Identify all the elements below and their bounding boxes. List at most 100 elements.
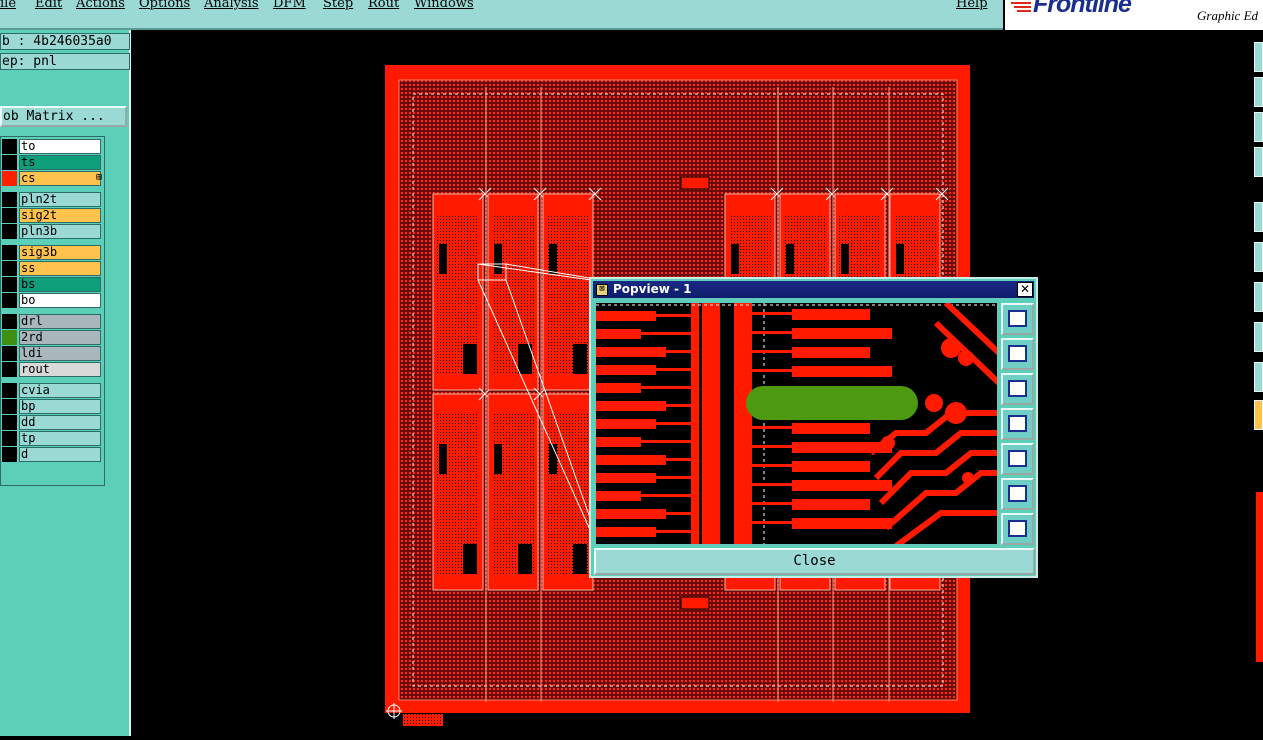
- layer-name[interactable]: bp: [19, 399, 101, 414]
- menu-help[interactable]: Help: [956, 0, 988, 11]
- layer-row-drl[interactable]: drl: [1, 314, 103, 329]
- popview-zoom-view[interactable]: [595, 302, 998, 545]
- layer-color-swatch[interactable]: [2, 261, 17, 276]
- layer-name[interactable]: cvia: [19, 383, 101, 398]
- right-tool-button[interactable]: [1254, 242, 1263, 272]
- layer-color-swatch[interactable]: [2, 330, 17, 345]
- menu-analysis[interactable]: Analysis: [204, 0, 259, 11]
- trace: [666, 458, 691, 461]
- layer-name[interactable]: tp: [19, 431, 101, 446]
- layer-color-swatch[interactable]: [2, 293, 17, 308]
- menu-step[interactable]: Step: [323, 0, 353, 11]
- zoom-in-icon[interactable]: [1001, 478, 1034, 510]
- layer-row-dd[interactable]: dd: [1, 415, 103, 430]
- zoom-out-icon[interactable]: [1001, 513, 1034, 545]
- layer-color-swatch[interactable]: [2, 314, 17, 329]
- job-matrix-button[interactable]: ob Matrix ...: [0, 106, 127, 127]
- layer-color-swatch[interactable]: [2, 383, 17, 398]
- layer-row-bp[interactable]: bp: [1, 399, 103, 414]
- layer-color-swatch[interactable]: [2, 415, 17, 430]
- trace: [752, 312, 792, 315]
- layer-row-ss[interactable]: ss: [1, 261, 103, 276]
- menu-actions[interactable]: Actions: [76, 0, 125, 11]
- layer-name[interactable]: drl: [19, 314, 101, 329]
- menu-rout[interactable]: Rout: [368, 0, 399, 11]
- layer-name[interactable]: bo: [19, 293, 101, 308]
- layer-name[interactable]: sig3b: [19, 245, 101, 260]
- layer-name[interactable]: ss: [19, 261, 101, 276]
- layer-row-tp[interactable]: tp: [1, 431, 103, 446]
- pan-left-icon[interactable]: [1001, 408, 1034, 440]
- layer-row-2rd[interactable]: 2rd: [1, 330, 103, 345]
- right-tool-button[interactable]: [1254, 147, 1263, 177]
- popview-titlebar[interactable]: ⊠ Popview - 1 ✕: [593, 281, 1034, 299]
- menu-dfm[interactable]: DFM: [273, 0, 306, 11]
- layer-name[interactable]: pln2t: [19, 192, 101, 207]
- layer-name[interactable]: sig2t: [19, 208, 101, 223]
- layer-row-sig3b[interactable]: sig3b: [1, 245, 103, 260]
- layer-name[interactable]: bs: [19, 277, 101, 292]
- trace: [656, 530, 691, 533]
- popview-window[interactable]: ⊠ Popview - 1 ✕ Close: [589, 277, 1038, 578]
- layer-row-ldi[interactable]: ldi: [1, 346, 103, 361]
- layer-color-swatch[interactable]: [2, 139, 17, 154]
- layer-name[interactable]: ldi: [19, 346, 101, 361]
- menu-windows[interactable]: Windows: [414, 0, 474, 11]
- layer-color-swatch[interactable]: [2, 277, 17, 292]
- pan-up-icon[interactable]: [1001, 338, 1034, 370]
- layer-name[interactable]: dd: [19, 415, 101, 430]
- layer-color-swatch[interactable]: [2, 362, 17, 377]
- layer-row-d[interactable]: d: [1, 447, 103, 462]
- smd-pad: [596, 455, 666, 465]
- right-tool-button[interactable]: [1254, 202, 1263, 232]
- layer-row-to[interactable]: to: [1, 139, 103, 154]
- close-button[interactable]: Close: [594, 548, 1035, 575]
- close-icon[interactable]: ✕: [1017, 282, 1033, 297]
- window-menu-icon[interactable]: ⊠: [596, 284, 608, 296]
- layer-name[interactable]: pln3b: [19, 224, 101, 239]
- menu-file[interactable]: ile: [0, 0, 16, 11]
- layer-name[interactable]: to: [19, 139, 101, 154]
- right-tool-button[interactable]: [1254, 322, 1263, 352]
- right-tool-button[interactable]: [1254, 362, 1263, 392]
- right-tool-button[interactable]: [1254, 112, 1263, 142]
- pan-down-icon[interactable]: [1001, 373, 1034, 405]
- trace: [641, 332, 691, 335]
- layer-color-swatch[interactable]: [2, 208, 17, 223]
- layer-row-rout[interactable]: rout: [1, 362, 103, 377]
- layer-color-swatch[interactable]: [2, 245, 17, 260]
- smd-pad: [596, 437, 641, 447]
- menu-edit[interactable]: Edit: [35, 0, 62, 11]
- layer-row-sig2t[interactable]: sig2t: [1, 208, 103, 223]
- layer-row-bo[interactable]: bo: [1, 293, 103, 308]
- right-tool-button[interactable]: [1254, 282, 1263, 312]
- layer-row-bs[interactable]: bs: [1, 277, 103, 292]
- right-tool-button[interactable]: [1254, 77, 1263, 107]
- layer-color-swatch[interactable]: [2, 224, 17, 239]
- job-name-field: b : 4b246035a0: [0, 33, 130, 50]
- smd-pad: [596, 509, 666, 519]
- layer-color-swatch[interactable]: [2, 155, 17, 170]
- layer-name[interactable]: rout: [19, 362, 101, 377]
- right-tool-button[interactable]: [1254, 42, 1263, 72]
- right-tool-button[interactable]: [1254, 400, 1263, 430]
- layer-color-swatch[interactable]: [2, 431, 17, 446]
- layer-color-swatch[interactable]: [2, 447, 17, 462]
- layer-name[interactable]: d: [19, 447, 101, 462]
- layer-row-pln3b[interactable]: pln3b: [1, 224, 103, 239]
- layer-color-swatch[interactable]: [2, 171, 17, 186]
- layer-row-cvia[interactable]: cvia: [1, 383, 103, 398]
- layer-color-swatch[interactable]: [2, 346, 17, 361]
- layer-name[interactable]: 2rd: [19, 330, 101, 345]
- layer-color-swatch[interactable]: [2, 192, 17, 207]
- layer-name[interactable]: cs: [19, 171, 101, 186]
- layer-row-pln2t[interactable]: pln2t: [1, 192, 103, 207]
- layer-color-swatch[interactable]: [2, 399, 17, 414]
- pan-right-icon[interactable]: [1001, 443, 1034, 475]
- zoom-fit-icon[interactable]: [1001, 303, 1034, 335]
- layer-row-cs[interactable]: cs ⊞: [1, 171, 103, 186]
- layer-name[interactable]: ts: [19, 155, 101, 170]
- layer-row-ts[interactable]: ts: [1, 155, 103, 170]
- trace: [641, 386, 691, 389]
- menu-options[interactable]: Options: [139, 0, 190, 11]
